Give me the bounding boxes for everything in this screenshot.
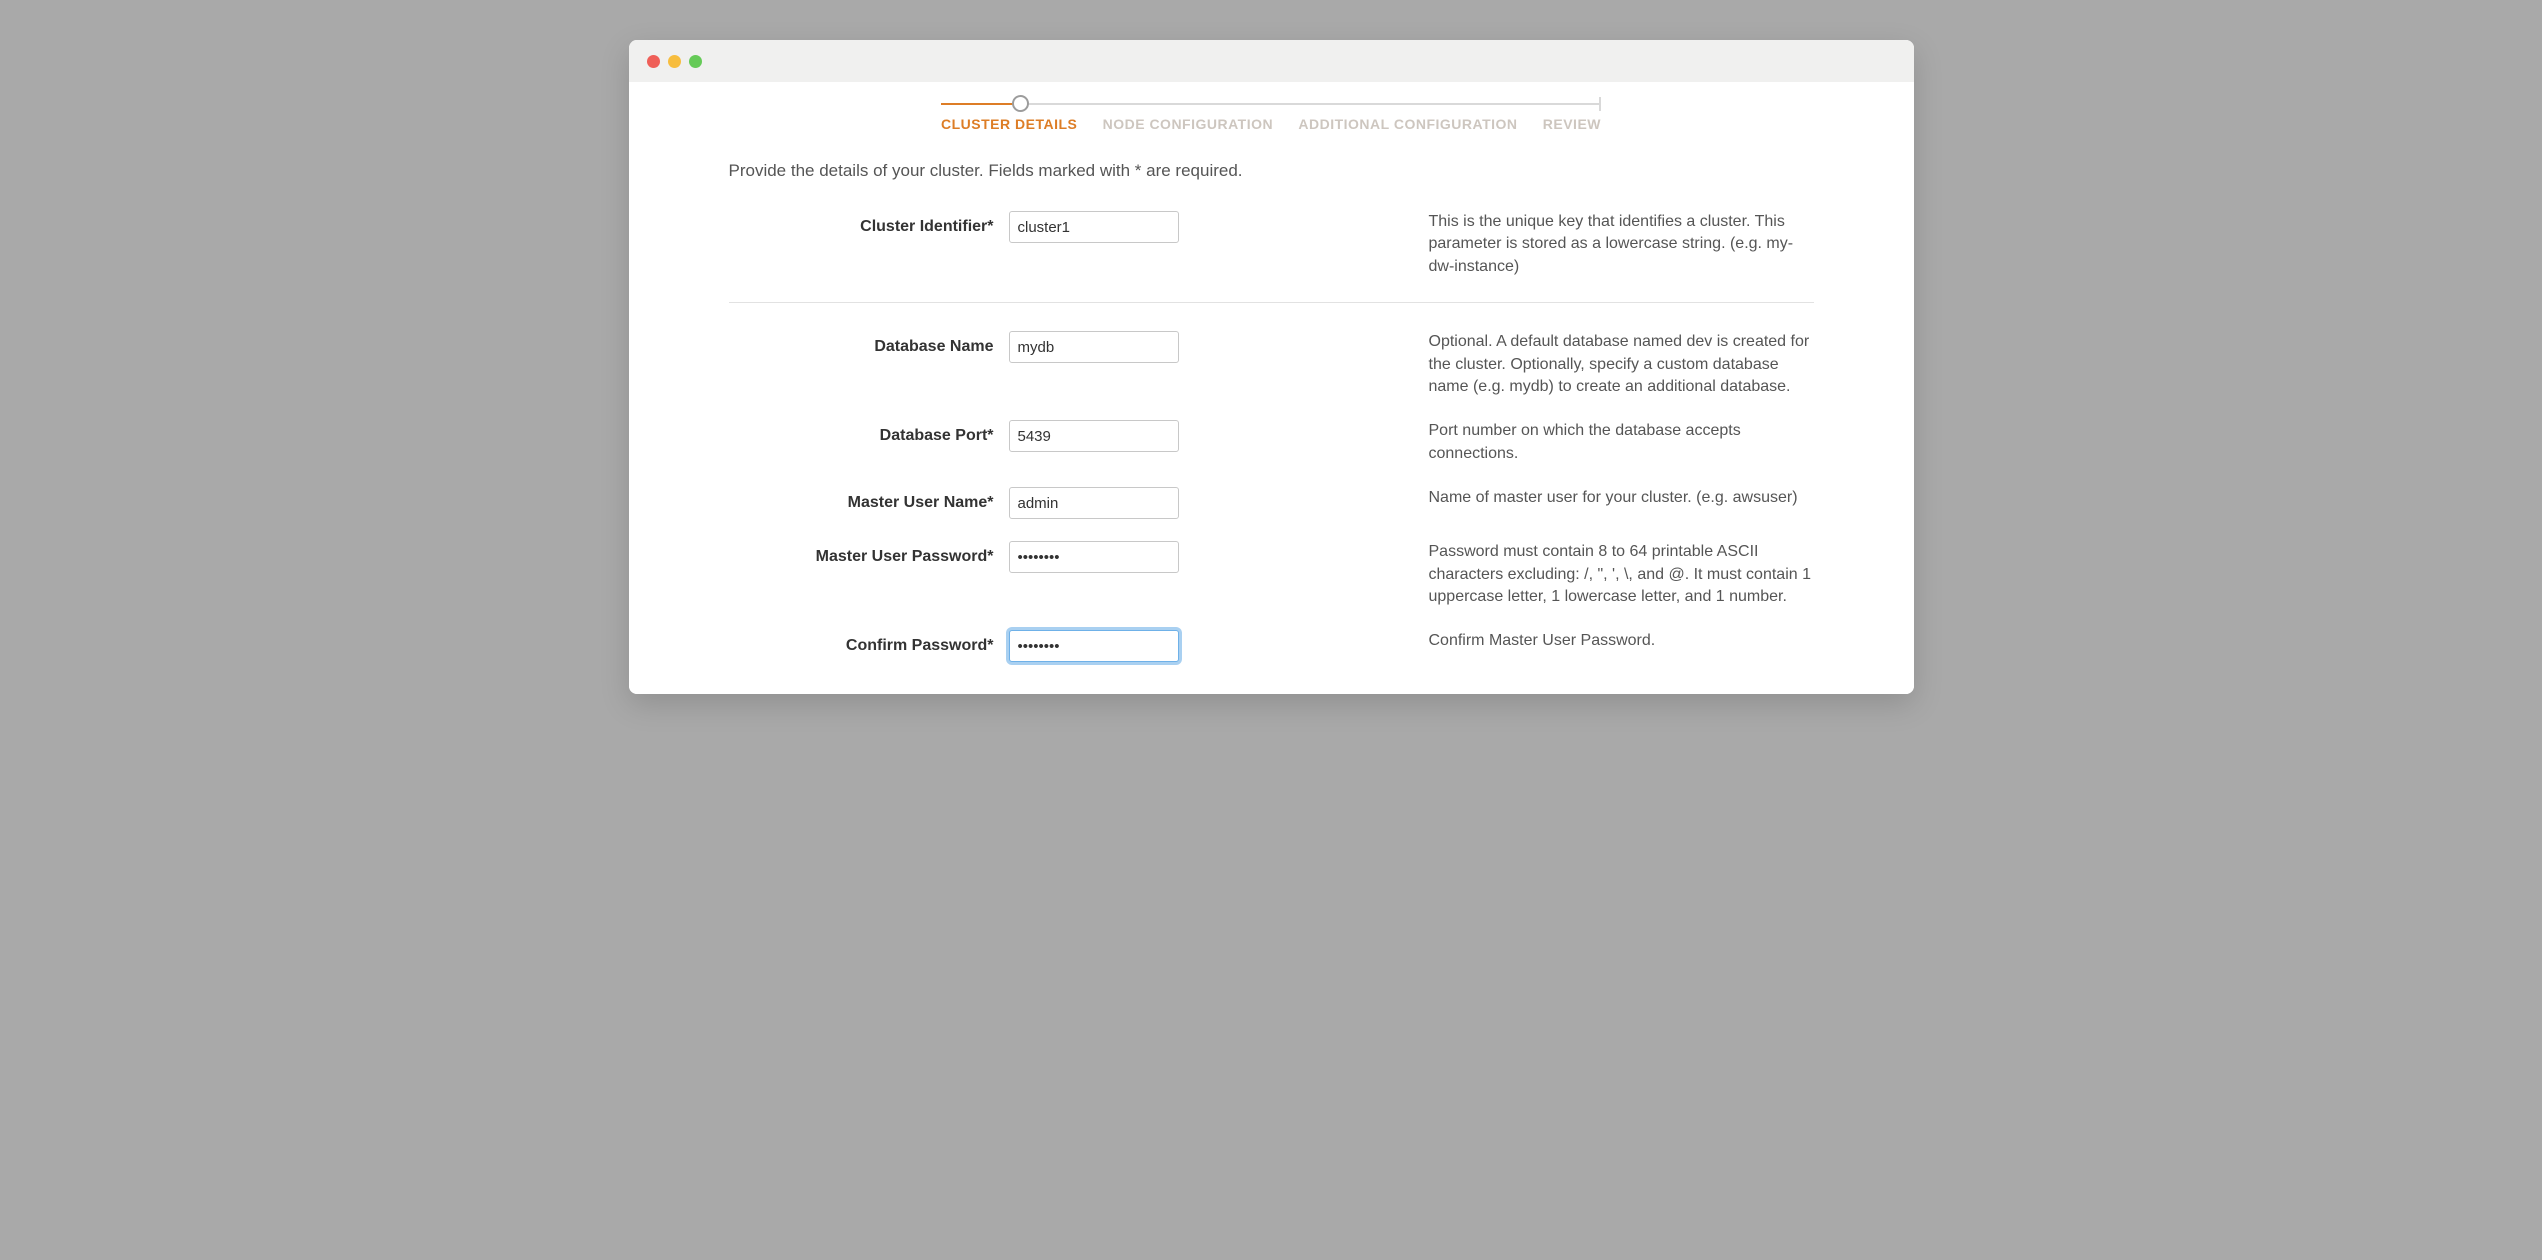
wizard-knob-icon [1012, 95, 1029, 112]
help-master-user-name: Name of master user for your cluster. (e… [1329, 487, 1814, 509]
input-master-user-name[interactable] [1009, 487, 1179, 519]
wizard-step-node-configuration[interactable]: NODE CONFIGURATION [1103, 116, 1274, 132]
wizard-track [941, 103, 1601, 105]
label-cluster-identifier: Cluster Identifier* [729, 211, 1009, 236]
window-minimize-button[interactable] [668, 55, 681, 68]
window-content: CLUSTER DETAILS NODE CONFIGURATION ADDIT… [629, 82, 1914, 694]
window-titlebar [629, 40, 1914, 82]
input-cluster-identifier[interactable] [1009, 211, 1179, 243]
row-database-name: Database Name Optional. A default databa… [629, 321, 1914, 410]
label-master-user-password: Master User Password* [729, 541, 1009, 566]
row-master-user-name: Master User Name* Name of master user fo… [629, 477, 1914, 531]
help-master-user-password: Password must contain 8 to 64 printable … [1329, 541, 1814, 608]
help-database-name: Optional. A default database named dev i… [1329, 331, 1814, 398]
help-cluster-identifier: This is the unique key that identifies a… [1329, 211, 1814, 278]
wizard-step-additional-configuration[interactable]: ADDITIONAL CONFIGURATION [1298, 116, 1517, 132]
row-cluster-identifier: Cluster Identifier* This is the unique k… [629, 201, 1914, 290]
input-confirm-password[interactable] [1009, 630, 1179, 662]
help-database-port: Port number on which the database accept… [1329, 420, 1814, 465]
wizard-progress: CLUSTER DETAILS NODE CONFIGURATION ADDIT… [941, 94, 1601, 146]
label-confirm-password: Confirm Password* [729, 630, 1009, 655]
input-master-user-password[interactable] [1009, 541, 1179, 573]
label-database-name: Database Name [729, 331, 1009, 356]
wizard-track-fill [941, 103, 1013, 105]
wizard-step-cluster-details[interactable]: CLUSTER DETAILS [941, 116, 1077, 132]
label-database-port: Database Port* [729, 420, 1009, 445]
row-database-port: Database Port* Port number on which the … [629, 410, 1914, 477]
row-master-user-password: Master User Password* Password must cont… [629, 531, 1914, 620]
input-database-name[interactable] [1009, 331, 1179, 363]
window-close-button[interactable] [647, 55, 660, 68]
input-database-port[interactable] [1009, 420, 1179, 452]
row-confirm-password: Confirm Password* Confirm Master User Pa… [629, 620, 1914, 674]
help-confirm-password: Confirm Master User Password. [1329, 630, 1814, 652]
window-maximize-button[interactable] [689, 55, 702, 68]
wizard-end-tick [1599, 97, 1601, 111]
section-divider [729, 302, 1814, 303]
intro-text: Provide the details of your cluster. Fie… [629, 146, 1914, 201]
label-master-user-name: Master User Name* [729, 487, 1009, 512]
app-window: CLUSTER DETAILS NODE CONFIGURATION ADDIT… [629, 40, 1914, 694]
wizard-step-review[interactable]: REVIEW [1543, 116, 1601, 132]
